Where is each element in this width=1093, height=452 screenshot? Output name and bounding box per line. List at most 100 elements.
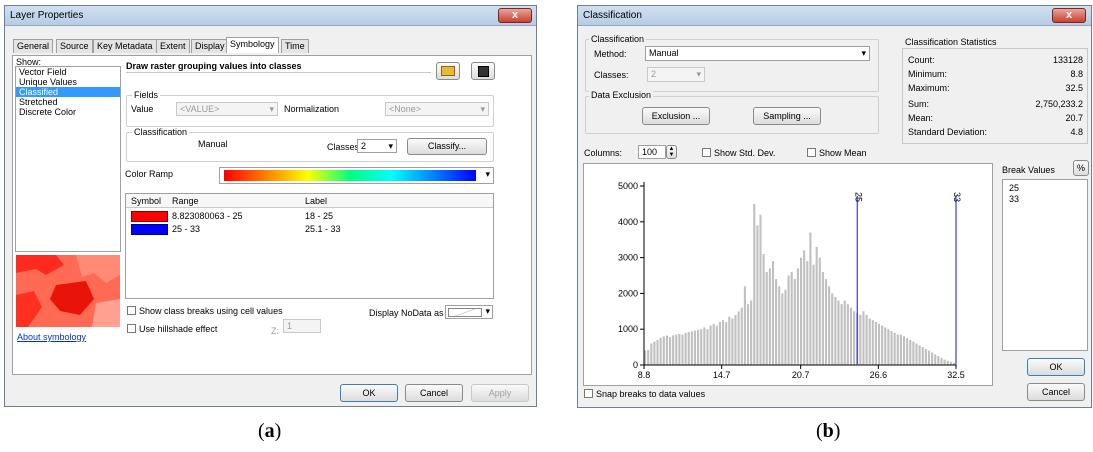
histogram-bar: [775, 279, 778, 365]
stat-value: 4.8: [1070, 127, 1083, 137]
histogram-bar: [659, 337, 662, 365]
list-item-stretched[interactable]: Stretched: [16, 97, 120, 107]
histogram-bar: [909, 339, 912, 365]
symbol-swatch-blue[interactable]: [131, 224, 168, 235]
break-value-item[interactable]: 25: [1003, 180, 1087, 193]
break-value-item[interactable]: 33: [1003, 193, 1087, 204]
tab-display[interactable]: Display: [191, 39, 229, 53]
ok-button[interactable]: OK: [1027, 358, 1085, 376]
list-item-vector-field[interactable]: Vector Field: [16, 67, 120, 77]
normalization-dropdown[interactable]: <None>: [385, 102, 489, 116]
tab-symbology[interactable]: Symbology: [226, 37, 279, 53]
cancel-button[interactable]: Cancel: [1027, 383, 1085, 401]
histogram-bar: [725, 322, 728, 365]
histogram-bar: [834, 296, 837, 365]
tab-general[interactable]: General: [13, 39, 54, 53]
caption-a-letter: a: [264, 420, 275, 442]
classes-dropdown[interactable]: 2: [357, 139, 397, 153]
use-hillshade-checkbox[interactable]: [127, 324, 136, 333]
range-cell[interactable]: 25 - 33: [172, 224, 200, 234]
z-factor-input[interactable]: 1: [283, 319, 321, 333]
symbol-swatch-red[interactable]: [131, 211, 168, 222]
close-button[interactable]: x: [498, 8, 532, 23]
histogram-chart[interactable]: 0 1000 2000 3000 4000 5000 8.8 14.7 20.7 26.6 32.5…: [584, 164, 992, 385]
exclusion-button[interactable]: Exclusion ...: [642, 107, 710, 125]
break-line-label: 25: [853, 192, 863, 202]
classification-label: Classification: [132, 127, 190, 137]
histogram-bar: [906, 338, 909, 365]
close-button[interactable]: x: [1052, 8, 1086, 23]
histogram-bar: [893, 332, 896, 365]
cancel-button[interactable]: Cancel: [405, 384, 463, 402]
caption-b-letter: b: [822, 420, 834, 442]
histogram-bar: [918, 345, 921, 365]
open-folder-button[interactable]: [436, 62, 460, 80]
histogram-bar: [746, 304, 750, 365]
classify-button[interactable]: Classify...: [407, 138, 487, 155]
histogram-bar: [890, 330, 893, 365]
tab-source[interactable]: Source: [56, 39, 93, 53]
range-cell[interactable]: 8.823080063 - 25: [172, 211, 243, 221]
histogram-bar: [937, 356, 940, 365]
percent-button[interactable]: %: [1073, 160, 1089, 176]
stat-row: Sum: 2,750,233.2: [908, 99, 1083, 111]
histogram-bar: [728, 316, 731, 365]
histogram-bar: [715, 325, 718, 365]
symbology-preview-image: [16, 255, 120, 327]
histogram-bar: [759, 214, 762, 365]
histogram-bar: [896, 334, 899, 365]
window-title: Classification: [583, 10, 642, 21]
x-tick-label: 32.5: [947, 370, 965, 380]
stats-box: Count: 133128 Minimum: 8.8 Maximum: 32.5…: [902, 48, 1088, 144]
y-tick-label: 0: [633, 360, 638, 370]
value-label: Value: [131, 104, 154, 114]
histogram-bar: [818, 257, 821, 365]
color-ramp-dropdown[interactable]: ▾: [219, 167, 494, 184]
histogram-bar: [887, 329, 890, 365]
ok-button[interactable]: OK: [340, 384, 398, 402]
label-cell[interactable]: 25.1 - 33: [305, 224, 341, 234]
list-item-discrete-color[interactable]: Discrete Color: [16, 107, 120, 117]
about-symbology-link[interactable]: About symbology: [17, 332, 86, 342]
save-button[interactable]: [471, 62, 495, 80]
table-row[interactable]: 8.823080063 - 25 18 - 25: [126, 210, 493, 222]
histogram-bar: [684, 332, 687, 365]
histogram-bar: [665, 335, 668, 365]
histogram-bar: [771, 261, 775, 365]
histogram-bar: [924, 348, 927, 365]
stat-value: 2,750,233.2: [1035, 99, 1083, 109]
stat-value: 20.7: [1065, 113, 1083, 123]
histogram-bar: [737, 311, 740, 365]
stat-key: Minimum:: [908, 69, 948, 79]
use-hillshade-label: Use hillshade effect: [139, 324, 218, 334]
show-mean-checkbox[interactable]: [807, 148, 816, 157]
symbology-heading: Draw raster grouping values into classes: [126, 61, 302, 71]
apply-button[interactable]: Apply: [471, 384, 529, 402]
columns-spinner[interactable]: ▲ ▼: [666, 145, 677, 159]
show-std-dev-checkbox[interactable]: [702, 148, 711, 157]
histogram-bar: [946, 360, 949, 365]
tab-extent[interactable]: Extent: [156, 39, 190, 53]
sampling-button[interactable]: Sampling ...: [753, 107, 821, 125]
show-class-breaks-checkbox[interactable]: [127, 306, 136, 315]
columns-input[interactable]: 100: [638, 145, 666, 159]
method-label: Method:: [594, 49, 627, 59]
histogram-bar: [849, 307, 853, 365]
list-item-unique-values[interactable]: Unique Values: [16, 77, 120, 87]
histogram-bar: [921, 347, 924, 365]
tab-key-metadata[interactable]: Key Metadata: [93, 39, 157, 53]
snap-breaks-checkbox[interactable]: [584, 389, 593, 398]
histogram-bar: [862, 311, 865, 365]
table-row[interactable]: 25 - 33 25.1 - 33: [126, 223, 493, 235]
stat-value: 32.5: [1065, 83, 1083, 93]
chevron-down-icon: ▾: [485, 169, 490, 179]
method-dropdown[interactable]: Manual: [645, 46, 870, 61]
value-field-dropdown[interactable]: <VALUE>: [176, 102, 278, 116]
label-cell[interactable]: 18 - 25: [305, 211, 333, 221]
nodata-color-dropdown[interactable]: ▾: [445, 305, 493, 319]
show-mean-label: Show Mean: [819, 148, 867, 158]
list-item-classified[interactable]: Classified: [16, 87, 120, 97]
tab-time[interactable]: Time: [281, 39, 309, 53]
histogram-bar: [653, 341, 656, 365]
classes-dropdown[interactable]: 2: [647, 67, 705, 82]
